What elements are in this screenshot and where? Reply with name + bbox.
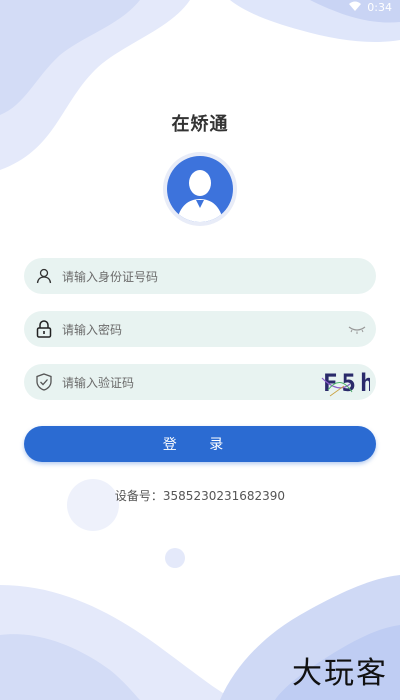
login-button[interactable]: 登 录 bbox=[24, 426, 376, 462]
shield-icon bbox=[34, 372, 54, 392]
user-icon bbox=[34, 266, 54, 286]
status-time: 0:34 bbox=[367, 0, 392, 14]
captcha-field[interactable]: 请输入验证码 F5h bbox=[24, 364, 376, 400]
id-number-placeholder: 请输入身份证号码 bbox=[62, 269, 159, 284]
password-field[interactable]: 请输入密码 bbox=[24, 311, 376, 347]
svg-text:F5h: F5h bbox=[323, 369, 370, 397]
app-title: 在矫通 bbox=[171, 114, 229, 135]
wifi-icon bbox=[349, 1, 362, 14]
device-number: 设备号：3585230231682390 bbox=[114, 489, 286, 503]
password-placeholder: 请输入密码 bbox=[62, 322, 123, 337]
captcha-placeholder: 请输入验证码 bbox=[62, 375, 135, 390]
user-avatar-icon bbox=[167, 156, 233, 222]
lock-icon bbox=[34, 319, 54, 339]
eye-closed-icon[interactable] bbox=[348, 321, 366, 335]
avatar bbox=[163, 152, 237, 226]
background-decoration bbox=[0, 0, 400, 700]
captcha-image[interactable]: F5h bbox=[300, 366, 370, 398]
status-bar: 0:34 bbox=[349, 0, 392, 14]
id-number-field[interactable]: 请输入身份证号码 bbox=[24, 258, 376, 294]
watermark: 大玩客 bbox=[292, 656, 388, 691]
